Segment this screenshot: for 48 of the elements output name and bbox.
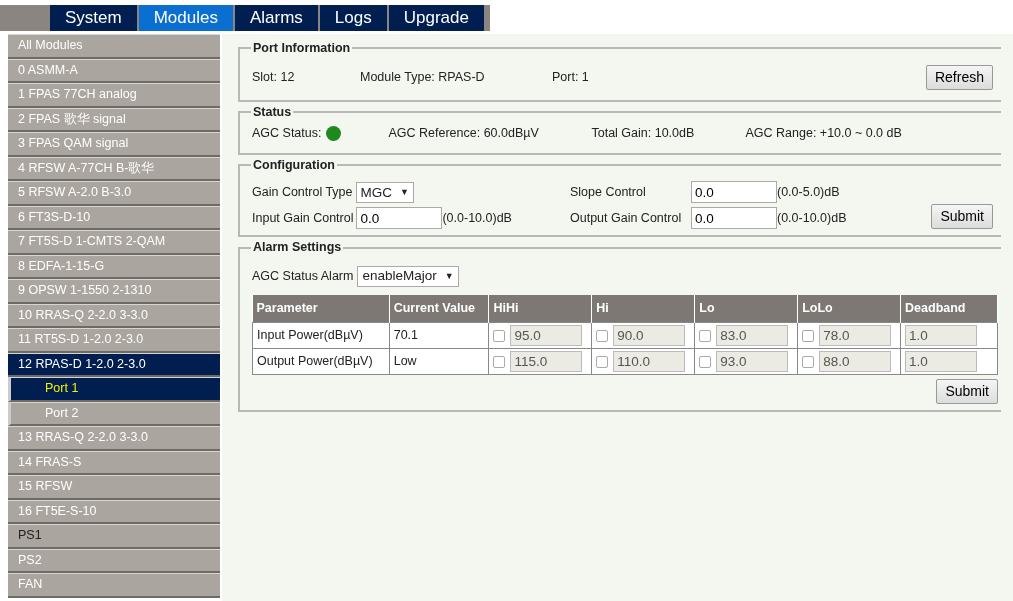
panel-title: Alarm Settings bbox=[252, 241, 343, 254]
field-label: AGC Status Alarm bbox=[252, 267, 354, 285]
nav-tab[interactable]: Logs bbox=[319, 5, 389, 31]
text-field[interactable]: 0.0 bbox=[356, 207, 443, 230]
table-cell: Output Power(dBµV) bbox=[252, 348, 390, 374]
field-label: Gain Control Type bbox=[252, 184, 353, 202]
range-label: (0.0-5.0)dB bbox=[777, 183, 840, 201]
column-header: LoLo bbox=[797, 294, 901, 322]
field-label: Input Gain Control bbox=[252, 209, 354, 227]
submit-button[interactable]: Submit bbox=[936, 378, 998, 404]
column-header: Lo bbox=[694, 294, 798, 322]
submit-button[interactable]: Submit bbox=[931, 204, 993, 230]
total-gain-label: Total Gain: 10.0dB bbox=[591, 125, 696, 142]
caret-icon: ▼ bbox=[400, 186, 409, 200]
column-header: Current Value bbox=[389, 294, 489, 322]
dropdown[interactable]: MGC ▼ bbox=[355, 182, 414, 204]
range-label: (0.0-10.0)dB bbox=[777, 209, 847, 227]
agc-status-label: AGC Status: bbox=[252, 125, 322, 142]
nav-tab[interactable]: System bbox=[50, 5, 139, 31]
refresh-button[interactable]: Refresh bbox=[925, 64, 993, 90]
slot-label: Slot: 12 bbox=[252, 68, 296, 86]
range-label: (0.0-10.0)dB bbox=[442, 209, 512, 227]
sidebar-subitem[interactable]: Port 1 bbox=[8, 377, 220, 402]
field-label: Output Gain Control bbox=[570, 209, 683, 227]
table-cell: 70.1 bbox=[389, 322, 489, 348]
column-header: Hi bbox=[591, 294, 695, 322]
panel-title: Status bbox=[252, 105, 293, 118]
column-header: HiHi bbox=[488, 294, 592, 322]
sidebar-item[interactable]: 12 RPAS-D 1-2.0 2-3.0 bbox=[8, 352, 220, 377]
caret-icon: ▼ bbox=[444, 269, 454, 283]
panel-title: Port Information bbox=[252, 42, 352, 55]
table-cell: Input Power(dBµV) bbox=[252, 322, 390, 348]
text-field[interactable]: 0.0 bbox=[691, 207, 777, 230]
agc-range-label: AGC Range: +10.0 ~ 0.0 dB bbox=[745, 125, 902, 142]
sidebar-item[interactable]: PS1 bbox=[8, 524, 220, 549]
port-label: Port: 1 bbox=[552, 68, 589, 86]
column-header: Parameter bbox=[252, 294, 390, 322]
dropdown[interactable]: enableMajor ▼ bbox=[357, 265, 459, 287]
column-header: Deadband bbox=[900, 294, 998, 322]
module-type-label: Module Type: RPAS-D bbox=[360, 68, 486, 86]
table-cell: Low bbox=[389, 348, 489, 374]
nav-tab[interactable]: Modules bbox=[138, 5, 235, 31]
text-field[interactable]: 0.0 bbox=[691, 181, 777, 204]
agc-reference-label: AGC Reference: 60.0dBµV bbox=[388, 125, 540, 142]
nav-tab[interactable]: Alarms bbox=[234, 5, 320, 31]
panel-title: Configuration bbox=[252, 158, 336, 172]
field-label: Slope Control bbox=[570, 183, 647, 201]
nav-tab[interactable]: Upgrade bbox=[388, 5, 486, 31]
